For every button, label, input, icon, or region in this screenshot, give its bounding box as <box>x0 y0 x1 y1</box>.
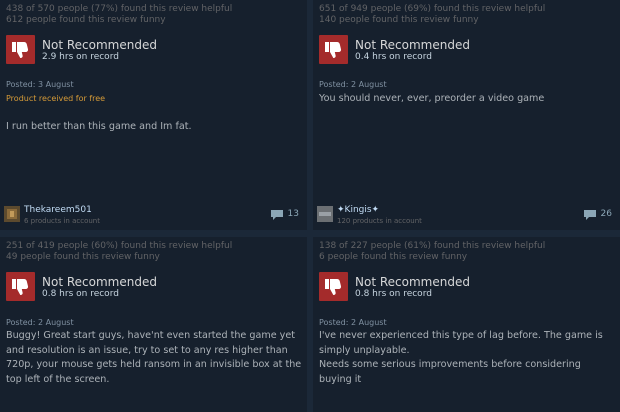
helpful-count: 438 of 570 people (77%) found this revie… <box>6 4 233 14</box>
funny-count: 6 people found this review funny <box>319 252 468 262</box>
helpfulness-info: 438 of 570 people (77%) found this revie… <box>6 4 232 26</box>
author-products: 120 products in account <box>337 217 422 225</box>
posted-date: Posted: 2 August <box>6 318 74 327</box>
review-body: I run better than this game and Im fat. <box>6 121 192 132</box>
thumbs-down-icon <box>6 272 35 301</box>
review-verdict: Not Recommended 0.4 hrs on record <box>319 35 609 69</box>
avatar-icon[interactable] <box>317 206 333 222</box>
thumbs-down-icon <box>6 35 35 64</box>
review-card[interactable]: 138 of 227 people (61%) found this revie… <box>313 237 620 412</box>
review-verdict: Not Recommended 0.8 hrs on record <box>6 272 296 306</box>
review-footer: Thekareem501 6 products in account 13 <box>0 200 307 230</box>
hours-on-record: 2.9 hrs on record <box>42 52 119 62</box>
review-body: You should never, ever, preorder a video… <box>319 93 545 104</box>
verdict-title: Not Recommended <box>42 275 157 289</box>
author-products: 6 products in account <box>24 217 100 225</box>
posted-date: Posted: 3 August <box>6 80 74 89</box>
comment-count-value: 13 <box>287 209 299 219</box>
product-received-free: Product received for free <box>6 94 106 103</box>
helpfulness-info: 651 of 949 people (69%) found this revie… <box>319 4 545 26</box>
helpful-count: 251 of 419 people (60%) found this revie… <box>6 241 233 251</box>
comment-count[interactable]: 26 <box>583 209 612 220</box>
comment-icon <box>270 210 283 220</box>
review-card[interactable]: 251 of 419 people (60%) found this revie… <box>0 237 307 412</box>
comment-count-value: 26 <box>600 209 612 219</box>
hours-on-record: 0.8 hrs on record <box>355 289 432 299</box>
posted-date: Posted: 2 August <box>319 80 387 89</box>
helpfulness-info: 251 of 419 people (60%) found this revie… <box>6 241 232 263</box>
review-footer: ✦Kingis✦ 120 products in account 26 <box>313 200 620 230</box>
funny-count: 140 people found this review funny <box>319 15 479 25</box>
avatar-icon[interactable] <box>4 206 20 222</box>
verdict-title: Not Recommended <box>355 38 470 52</box>
thumbs-down-icon <box>319 35 348 64</box>
hours-on-record: 0.4 hrs on record <box>355 52 432 62</box>
review-verdict: Not Recommended 0.8 hrs on record <box>319 272 609 306</box>
verdict-title: Not Recommended <box>355 275 470 289</box>
comment-count[interactable]: 13 <box>270 209 299 220</box>
comment-icon <box>583 210 596 220</box>
hours-on-record: 0.8 hrs on record <box>42 289 119 299</box>
review-body: Buggy! Great start guys, have'nt even st… <box>6 330 302 385</box>
helpful-count: 138 of 227 people (61%) found this revie… <box>319 241 546 251</box>
funny-count: 49 people found this review funny <box>6 252 160 262</box>
review-card[interactable]: 438 of 570 people (77%) found this revie… <box>0 0 307 230</box>
review-card[interactable]: 651 of 949 people (69%) found this revie… <box>313 0 620 230</box>
helpful-count: 651 of 949 people (69%) found this revie… <box>319 4 546 14</box>
review-body: I've never experienced this type of lag … <box>319 330 603 385</box>
helpfulness-info: 138 of 227 people (61%) found this revie… <box>319 241 545 263</box>
author-name[interactable]: Thekareem501 <box>24 205 92 215</box>
funny-count: 612 people found this review funny <box>6 15 166 25</box>
review-verdict: Not Recommended 2.9 hrs on record <box>6 35 296 69</box>
verdict-title: Not Recommended <box>42 38 157 52</box>
author-name[interactable]: ✦Kingis✦ <box>337 205 379 215</box>
posted-date: Posted: 2 August <box>319 318 387 327</box>
thumbs-down-icon <box>319 272 348 301</box>
